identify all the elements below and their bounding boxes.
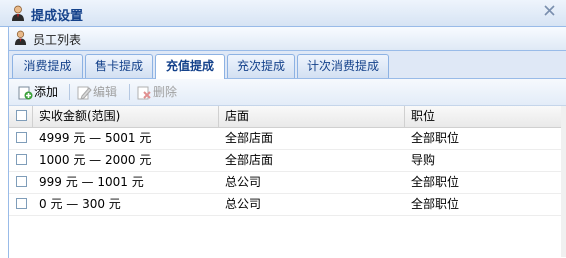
- table-row[interactable]: 4999 元 — 5001 元 全部店面 全部职位: [9, 128, 566, 150]
- grid-header: 实收金额(范围) 店面 职位: [9, 106, 566, 128]
- column-header-position[interactable]: 职位: [405, 106, 561, 127]
- table-row[interactable]: 999 元 — 1001 元 总公司 全部职位: [9, 172, 566, 194]
- tab-consumption-commission[interactable]: 消费提成: [12, 54, 83, 78]
- column-header-amount[interactable]: 实收金额(范围): [33, 106, 219, 127]
- user-icon: [12, 5, 24, 21]
- amount-cell: 0 元 — 300 元: [39, 197, 121, 211]
- edit-label: 编辑: [93, 85, 118, 99]
- tab-bar: 消费提成 售卡提成 充值提成 充次提成 计次消费提成: [9, 51, 566, 79]
- window-titlebar: 提成设置: [0, 0, 566, 27]
- store-cell: 全部店面: [225, 153, 274, 167]
- select-all-cell: [9, 106, 33, 127]
- tab-recharge-commission[interactable]: 充值提成: [155, 54, 225, 79]
- delete-label: 删除: [153, 85, 178, 99]
- panel-title: 员工列表: [33, 33, 82, 47]
- row-checkbox[interactable]: [16, 154, 27, 165]
- employee-list-panel: 员工列表 消费提成 售卡提成 充值提成 充次提成 计次消费提成 添加 编辑 删除…: [8, 27, 566, 258]
- user-icon: [14, 30, 27, 45]
- position-cell: 全部职位: [411, 131, 460, 145]
- edit-icon: [77, 86, 92, 100]
- tab-label: 充值提成: [165, 59, 214, 73]
- tab-label: 售卡提成: [94, 59, 143, 73]
- position-cell: 全部职位: [411, 197, 460, 211]
- position-cell: 全部职位: [411, 175, 460, 189]
- add-label: 添加: [34, 85, 59, 99]
- panel-header: 员工列表: [9, 27, 566, 51]
- toolbar: 添加 编辑 删除: [9, 79, 566, 106]
- column-header-store[interactable]: 店面: [219, 106, 405, 127]
- amount-cell: 1000 元 — 2000 元: [39, 153, 152, 167]
- position-cell: 导购: [411, 153, 436, 167]
- store-cell: 全部店面: [225, 131, 274, 145]
- row-checkbox[interactable]: [16, 132, 27, 143]
- vertical-scrollbar[interactable]: [561, 106, 566, 257]
- tab-card-sale-commission[interactable]: 售卡提成: [85, 54, 153, 78]
- row-checkbox[interactable]: [16, 176, 27, 187]
- tab-label: 充次提成: [236, 59, 285, 73]
- window-title: 提成设置: [31, 9, 84, 24]
- delete-icon: [137, 86, 151, 100]
- select-all-checkbox[interactable]: [16, 110, 27, 121]
- tab-label: 消费提成: [23, 59, 72, 73]
- tab-count-consumption-commission[interactable]: 计次消费提成: [297, 54, 389, 78]
- store-cell: 总公司: [225, 175, 262, 189]
- amount-cell: 999 元 — 1001 元: [39, 175, 144, 189]
- tab-label: 计次消费提成: [306, 59, 379, 73]
- table-row[interactable]: 0 元 — 300 元 总公司 全部职位: [9, 194, 566, 216]
- toolbar-separator: [129, 84, 130, 100]
- amount-cell: 4999 元 — 5001 元: [39, 131, 152, 145]
- tab-count-recharge-commission[interactable]: 充次提成: [227, 54, 295, 78]
- toolbar-separator: [69, 84, 70, 100]
- close-icon[interactable]: [543, 4, 556, 17]
- store-cell: 总公司: [225, 197, 262, 211]
- row-checkbox[interactable]: [16, 198, 27, 209]
- add-icon: [18, 86, 33, 100]
- table-row[interactable]: 1000 元 — 2000 元 全部店面 导购: [9, 150, 566, 172]
